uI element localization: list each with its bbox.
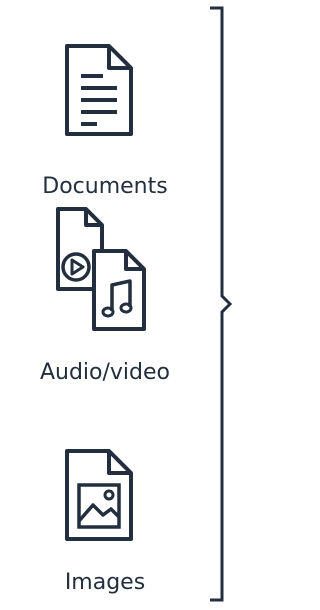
images-label: Images <box>64 570 146 595</box>
image-file-icon <box>65 449 133 541</box>
document-icon <box>65 44 133 136</box>
right-brace <box>210 6 233 602</box>
audio-video-label: Audio/video <box>39 360 171 385</box>
documents-label: Documents <box>42 174 168 199</box>
audio-video-files-icon <box>56 207 146 331</box>
